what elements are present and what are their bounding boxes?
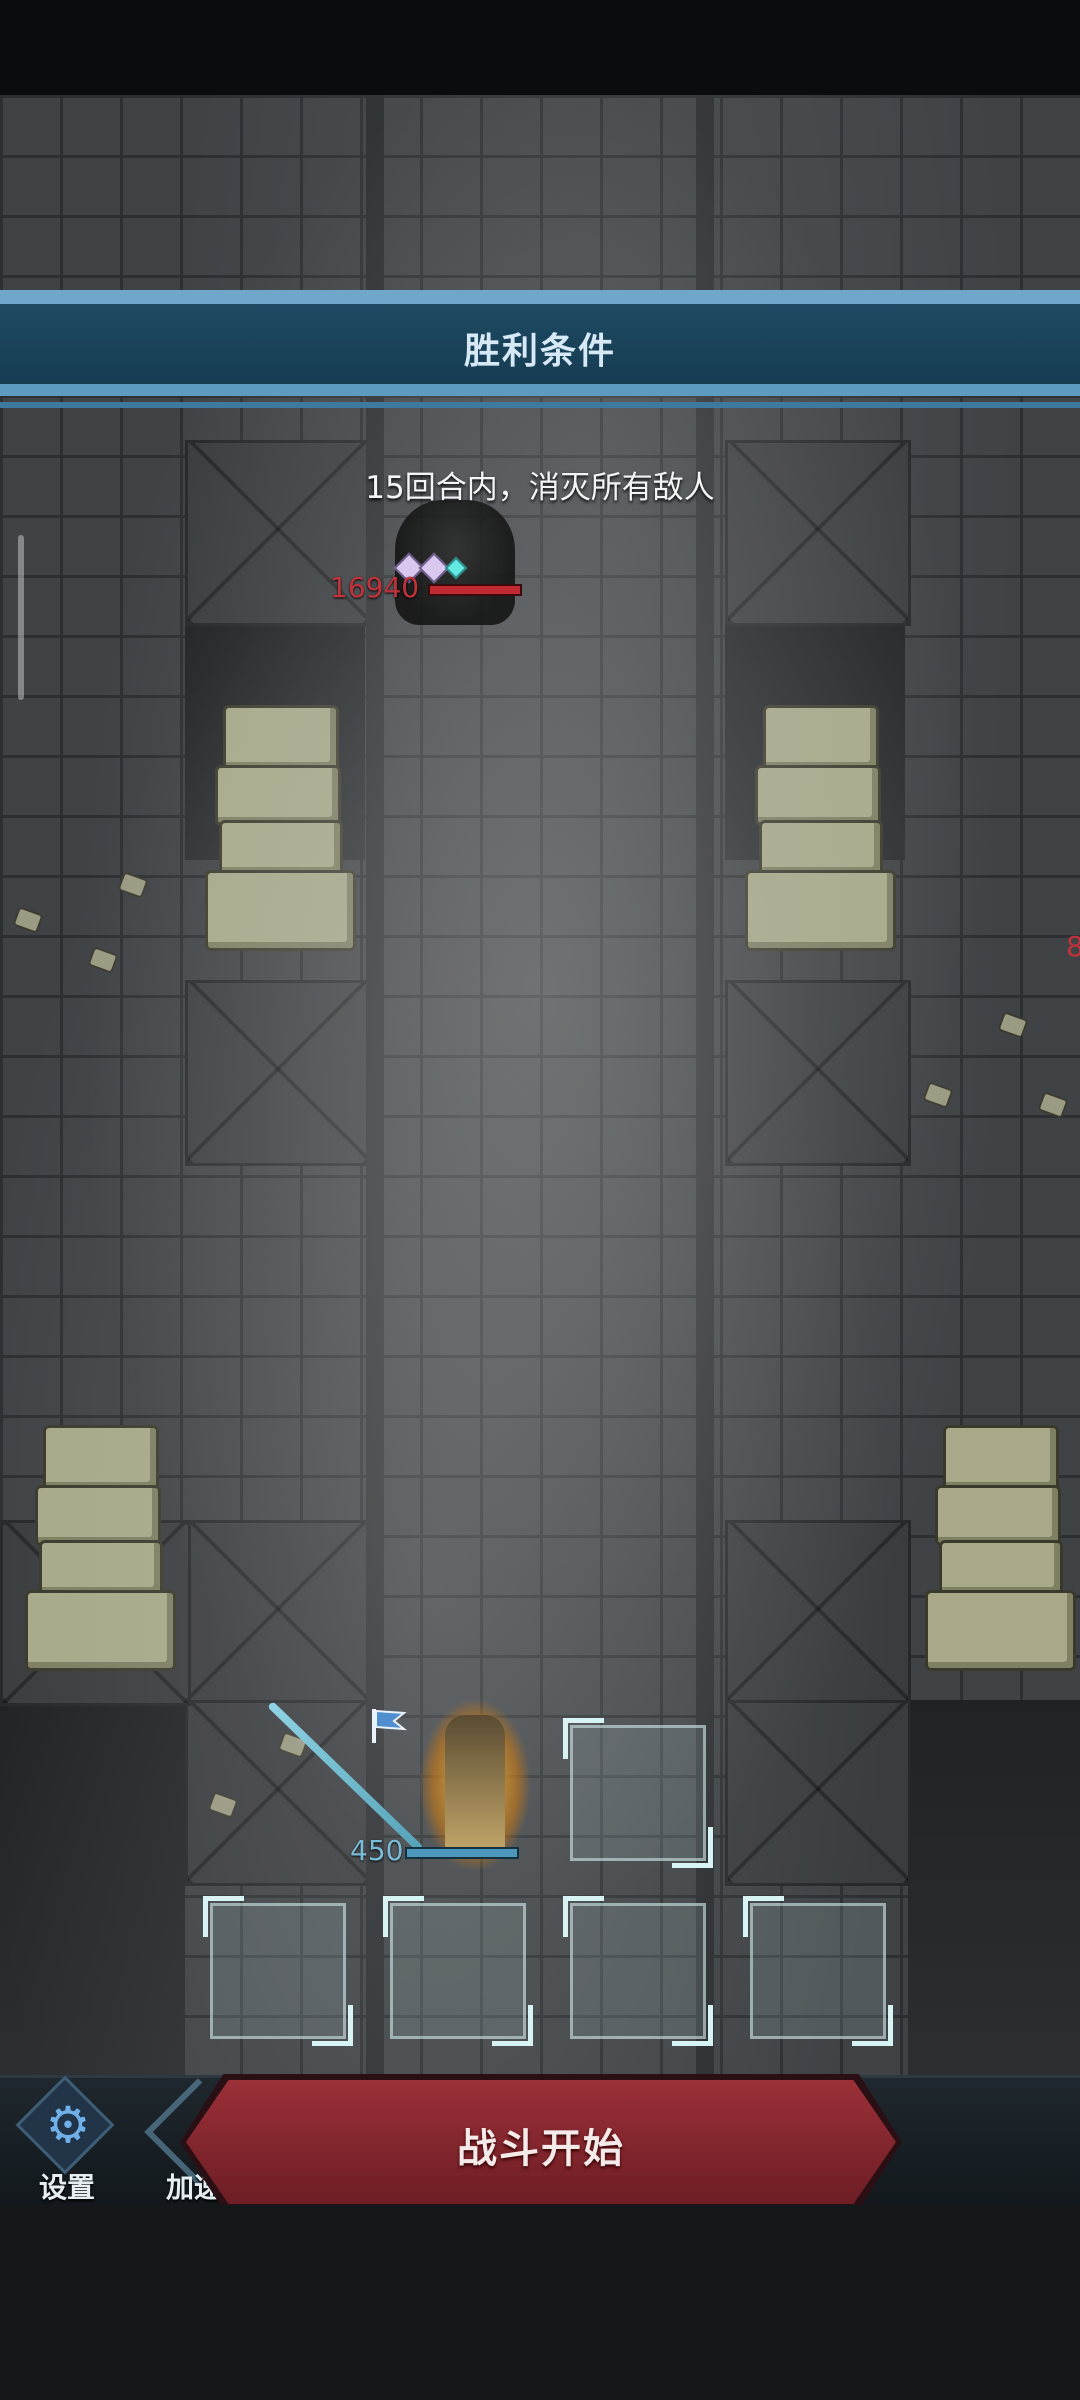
hero-figure [445, 1715, 505, 1855]
gem-icon [444, 556, 468, 580]
enemy-hp-value: 16940 [330, 571, 420, 604]
deploy-slot[interactable] [563, 1718, 713, 1868]
hero-hp-value: 450 [350, 1834, 404, 1867]
deploy-slot[interactable] [383, 1896, 533, 2046]
settings-label: 设置 [38, 2171, 95, 2204]
scroll-indicator [18, 535, 24, 700]
enemy-hp-bar [428, 584, 522, 596]
banner-title: 胜利条件 [463, 331, 616, 372]
start-battle-button[interactable]: 战斗开始 [186, 2080, 896, 2204]
offscreen-enemy-hp: 8 [1066, 930, 1080, 963]
deploy-slot[interactable] [203, 1896, 353, 2046]
gear-icon: ⚙ [45, 2096, 91, 2154]
hero-unit[interactable] [420, 1700, 530, 1870]
settings-button[interactable]: ⚙ 设置 [12, 2075, 122, 2204]
bottom-safe-area [0, 2205, 1080, 2400]
flag-icon [372, 1709, 408, 1743]
deploy-slot[interactable] [563, 1896, 713, 2046]
top-status-area [0, 0, 1080, 95]
hero-hp-bar [405, 1847, 519, 1859]
deploy-slot[interactable] [743, 1896, 893, 2046]
victory-condition-banner: 胜利条件 [0, 290, 1080, 415]
start-battle-label: 战斗开始 [457, 2126, 625, 2172]
objective-text: 15回合内，消灭所有敌人 [365, 470, 715, 506]
